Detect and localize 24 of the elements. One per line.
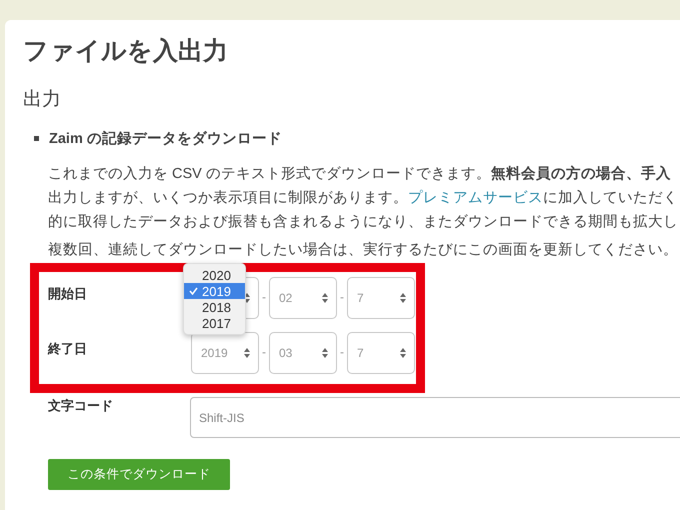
separator: - [339,344,345,359]
select-field[interactable]: 7 [347,332,415,374]
separator: - [339,289,345,304]
link[interactable]: プレミアムサービス [408,190,543,206]
select-field[interactable]: 7 [347,277,415,319]
dropdown-option[interactable]: 2020 [184,267,245,283]
section-title: 出力 [23,88,61,112]
select-field[interactable]: 03 [269,332,337,374]
field-label: 開始日 [48,285,87,303]
select-field[interactable]: 2019 [191,332,259,374]
dropdown-option[interactable]: 2019 [184,283,245,299]
dropdown-option[interactable]: 2018 [184,299,245,315]
separator: - [261,289,267,304]
select-field[interactable]: 02 [269,277,337,319]
separator: - [261,344,267,359]
note-text: 複数回、連続してダウンロードしたい場合は、実行するたびにこの画面を更新してください。 [48,240,678,259]
list-item-title: Zaim の記録データをダウンロード [49,130,282,148]
encoding-field[interactable]: Shift-JIS [190,397,680,438]
field-label: 文字コード [48,397,113,415]
paragraph: これまでの入力を CSV のテキスト形式でダウンロードできます。無料会員の方の場合、手入 出力しますが、いくつか表示項目に制限があります。プレミアムサービス に加入していただく 的に取得したデータおよび振替も含まれるようになり、またダウンロードできる期間も拡大し [48,164,678,232]
dropdown-option[interactable]: 2017 [184,315,245,331]
page-title: ファイルを入出力 [23,36,228,67]
download-button[interactable]: この条件でダウンロード [48,459,230,490]
field-label: 終了日 [48,340,87,358]
